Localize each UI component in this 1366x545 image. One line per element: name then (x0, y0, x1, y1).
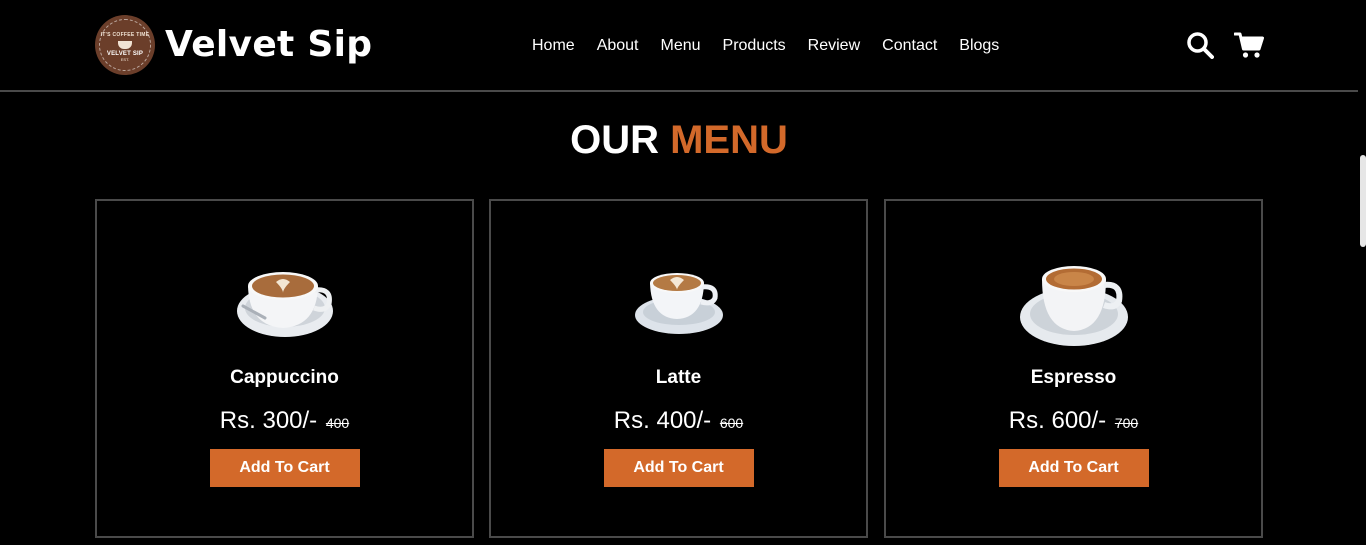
nav-review[interactable]: Review (808, 37, 860, 55)
cart-icon[interactable] (1234, 31, 1264, 59)
cappuccino-cup-image (236, 272, 333, 337)
item-name: Latte (655, 367, 702, 388)
nav-blogs[interactable]: Blogs (959, 37, 999, 55)
current-price: Rs. 600/- (1008, 407, 1107, 434)
espresso-cup-image (1019, 266, 1128, 346)
current-price: Rs. 300/- (219, 407, 318, 434)
nav-menu[interactable]: Menu (661, 37, 701, 55)
item-name: Cappuccino (230, 367, 339, 388)
item-price: Rs. 600/- 700 (886, 407, 1261, 437)
title-word-menu: MENU (670, 118, 788, 162)
main-nav: Home About Menu Products Review Contact … (532, 37, 999, 55)
menu-card-cappuccino: Cappuccino Rs. 300/- 400 Add To Cart (95, 199, 474, 538)
nav-products[interactable]: Products (723, 37, 786, 55)
old-price: 400 (325, 415, 350, 431)
add-to-cart-button[interactable]: Add To Cart (603, 449, 754, 487)
item-price: Rs. 400/- 600 (491, 407, 866, 437)
title-word-our: OUR (570, 118, 659, 162)
add-to-cart-button[interactable]: Add To Cart (209, 449, 360, 487)
logo-ring (99, 19, 151, 71)
nav-contact[interactable]: Contact (882, 37, 937, 55)
site-header: IT'S COFFEE TIME VELVET SIP EST. Velvet … (0, 0, 1358, 92)
item-price: Rs. 300/- 400 (97, 407, 472, 437)
nav-home[interactable]: Home (532, 37, 575, 55)
menu-card-latte: Latte Rs. 400/- 600 Add To Cart (489, 199, 868, 538)
old-price: 600 (719, 415, 744, 431)
brand-logo[interactable]: IT'S COFFEE TIME VELVET SIP EST. (95, 15, 155, 75)
item-name: Espresso (1030, 367, 1117, 388)
latte-cup-image (634, 273, 723, 334)
search-icon[interactable] (1186, 31, 1214, 59)
old-price: 700 (1114, 415, 1139, 431)
current-price: Rs. 400/- (613, 407, 712, 434)
page-scrollbar[interactable] (1360, 155, 1366, 247)
brand-name[interactable]: Velvet Sip (165, 24, 372, 66)
menu-card-espresso: Espresso Rs. 600/- 700 Add To Cart (884, 199, 1263, 538)
menu-section-title: OUR MENU (0, 117, 1358, 163)
nav-about[interactable]: About (597, 37, 639, 55)
add-to-cart-button[interactable]: Add To Cart (998, 449, 1149, 487)
